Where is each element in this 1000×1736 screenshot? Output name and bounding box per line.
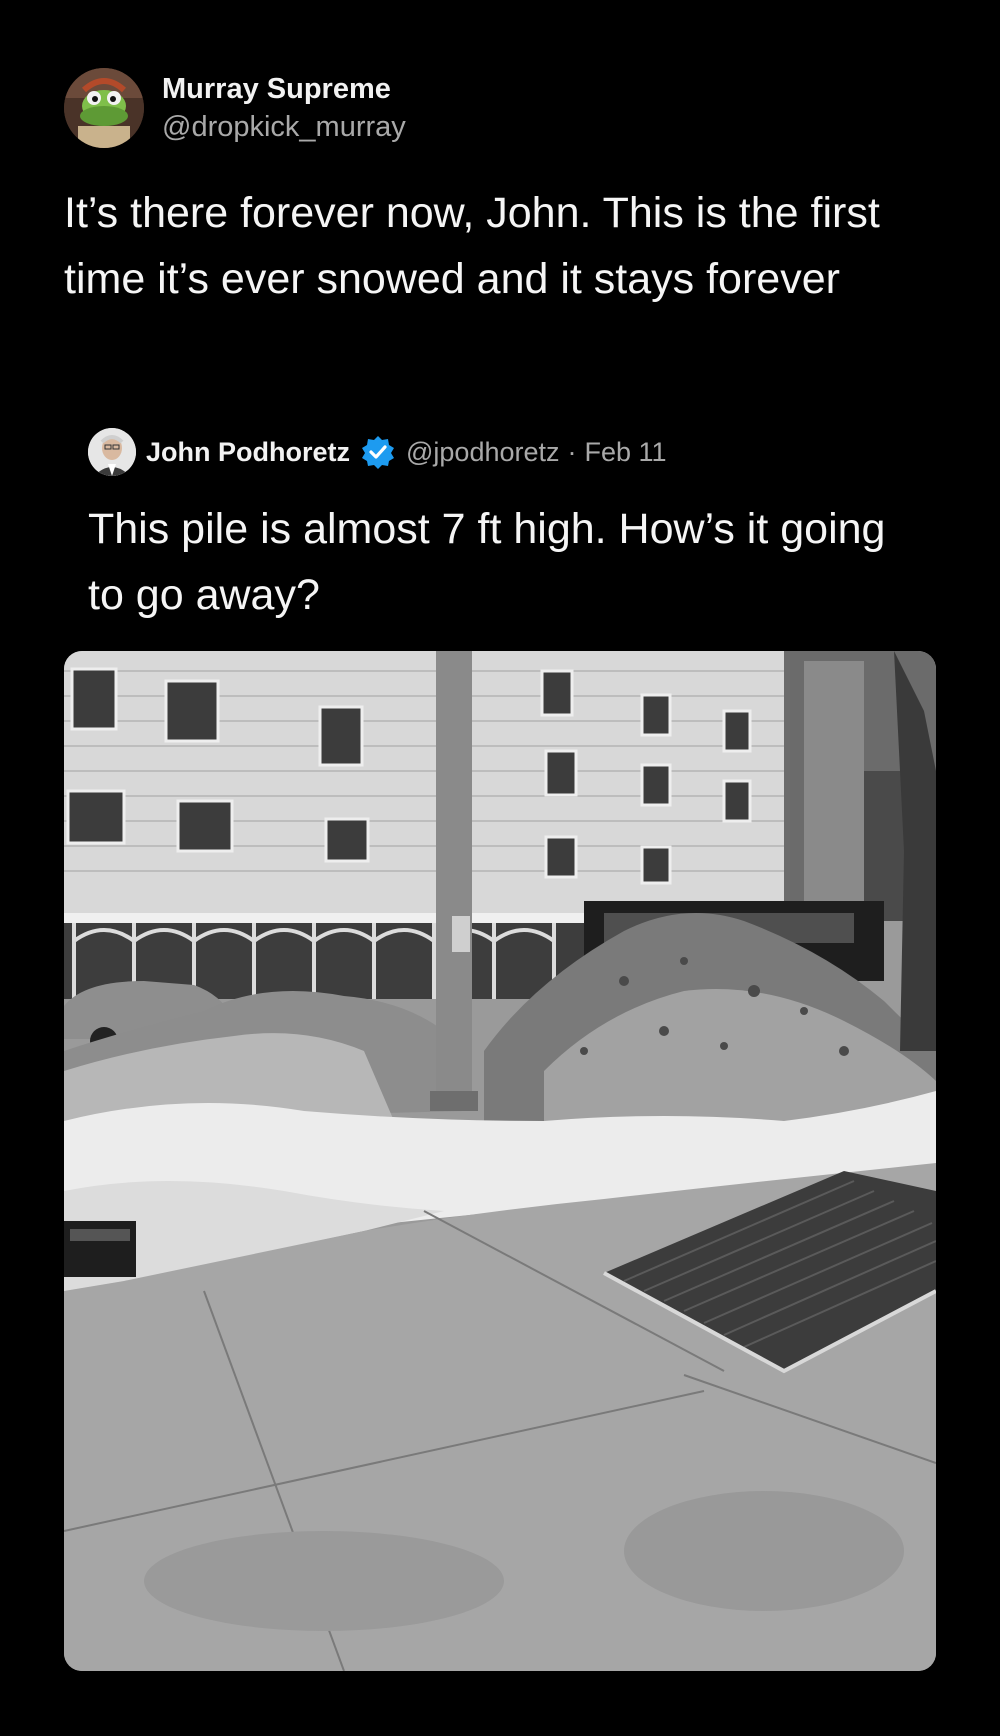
author-handle[interactable]: @dropkick_murray (162, 108, 406, 146)
quoted-post-header[interactable]: John Podhoretz @jpodhoretz · Feb 11 (88, 428, 667, 476)
quoted-author-handle[interactable]: @jpodhoretz (406, 437, 560, 468)
photo-illustration (64, 651, 936, 1671)
verified-badge-icon (362, 436, 394, 469)
quoted-meta: @jpodhoretz · Feb 11 (406, 437, 667, 468)
man-portrait-avatar-icon[interactable] (88, 428, 136, 476)
author-name[interactable]: Murray Supreme (162, 70, 406, 108)
quoted-post-text: This pile is almost 7 ft high. How’s it … (88, 505, 886, 619)
snow-pile-street-photo[interactable] (64, 651, 936, 1671)
tweet-card: Murray Supreme @dropkick_murray It’s the… (0, 0, 1000, 1736)
quoted-author-name[interactable]: John Podhoretz (146, 437, 350, 468)
green-puppet-avatar-icon[interactable] (64, 68, 144, 148)
author-row[interactable]: Murray Supreme @dropkick_murray (64, 68, 406, 148)
quoted-post-date[interactable]: Feb 11 (585, 437, 667, 468)
meta-separator: · (567, 436, 577, 467)
tweet-text: It’s there forever now, John. This is th… (64, 189, 880, 303)
